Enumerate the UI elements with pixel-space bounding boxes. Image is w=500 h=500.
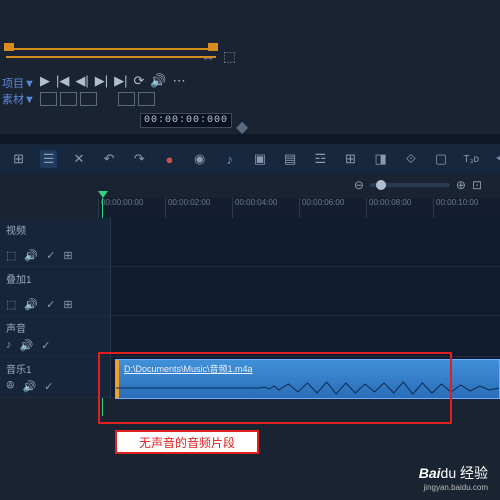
speaker-icon[interactable]: 🔊 xyxy=(24,249,38,262)
chevron-down-icon[interactable]: ✓ xyxy=(46,298,55,311)
track-body[interactable]: D:\Documents\Music\音频1.m4a xyxy=(111,357,500,397)
music-icon[interactable]: ꔮ xyxy=(6,380,15,393)
track-label: 视频 xyxy=(6,222,104,237)
ruler-tick: 00:00:08:00 xyxy=(366,198,433,218)
track-body[interactable] xyxy=(111,316,500,356)
mode-project-label[interactable]: 项目▼ xyxy=(2,75,35,91)
ruler-tick: 00:00:00:00 xyxy=(98,198,165,218)
crop-button[interactable]: ▢ xyxy=(432,150,449,168)
mode-clip-label[interactable]: 素材▼ xyxy=(2,91,35,107)
chevron-down-icon[interactable]: ✓ xyxy=(44,380,53,393)
speaker-icon[interactable]: 🔊 xyxy=(20,339,34,352)
subtitle-button[interactable]: ▤ xyxy=(282,150,299,168)
3d-button[interactable]: T₃ᴅ xyxy=(463,150,480,168)
mic-icon[interactable]: ♪ xyxy=(6,339,12,352)
undo-button[interactable]: ↶ xyxy=(101,150,118,168)
track-music-1: 音乐1 ꔮ 🔊 ✓ D:\Documents\Music\音频1.m4a xyxy=(0,357,500,398)
mark-in-button[interactable] xyxy=(40,92,57,106)
track-manager-button[interactable]: ☲ xyxy=(312,150,329,168)
watermark: Baidu Baidu 经验经验 jingyan.baidu.com xyxy=(419,463,488,492)
play-button[interactable]: ▶ xyxy=(40,73,50,89)
timeline-toolbar: ⊞ ☰ ✕ ↶ ↷ ● ◉ ♪ ▣ ▤ ☲ ⊞ ◨ ⟐ ▢ T₃ᴅ ⟲ xyxy=(0,144,500,174)
chevron-down-icon[interactable]: ✓ xyxy=(46,249,55,262)
loop-button[interactable]: ⟳ xyxy=(134,73,145,89)
mixer-button[interactable]: ◉ xyxy=(191,150,208,168)
track-overlay-1: 叠加1 ⬚ 🔊 ✓ ⊞ xyxy=(0,267,500,316)
zoom-control: ⊖ ⊕ ⊡ xyxy=(354,178,482,192)
timecode-display[interactable]: 00:00:00:000 ◆ xyxy=(140,113,244,128)
expand-icon[interactable]: ⊞ xyxy=(63,249,72,262)
auto-music-button[interactable]: ♪ xyxy=(221,150,238,168)
volume-button[interactable]: 🔊 xyxy=(150,73,166,89)
record-button[interactable]: ● xyxy=(161,150,178,168)
chapter-button[interactable]: ▣ xyxy=(251,150,268,168)
zoom-slider[interactable] xyxy=(370,183,450,187)
playback-controls: ▶ |◀ ◀| ▶| ▶| ⟳ 🔊 ⋯ xyxy=(40,73,186,89)
video-icon[interactable]: ⬚ xyxy=(6,298,16,311)
zoom-in-button[interactable]: ⊕ xyxy=(456,178,466,192)
marker-button[interactable]: ◨ xyxy=(372,150,389,168)
track-video: 视频 ⬚ 🔊 ✓ ⊞ xyxy=(0,218,500,267)
options-button[interactable] xyxy=(138,92,155,106)
resize-icon[interactable]: ↔ xyxy=(201,48,215,64)
track-label: 音乐1 xyxy=(6,361,104,376)
ruler-tick: 00:00:04:00 xyxy=(232,198,299,218)
track-label: 叠加1 xyxy=(6,271,104,286)
ruler-tick: 00:00:10:00 xyxy=(433,198,500,218)
timeline-view-button[interactable]: ☰ xyxy=(40,150,57,168)
video-icon[interactable]: ⬚ xyxy=(6,249,16,262)
tools-icon[interactable]: ✕ xyxy=(70,150,87,168)
next-frame-button[interactable]: ▶| xyxy=(95,73,108,89)
timecode-value[interactable]: 00:00:00:000 xyxy=(140,113,232,128)
clip-filename: D:\Documents\Music\音频1.m4a xyxy=(124,362,253,375)
track-body[interactable] xyxy=(111,218,500,266)
ruler-tick: 00:00:02:00 xyxy=(165,198,232,218)
prev-frame-button[interactable]: ◀| xyxy=(75,73,88,89)
start-button[interactable]: |◀ xyxy=(56,73,69,89)
playhead-handle[interactable] xyxy=(98,191,108,198)
track-label: 声音 xyxy=(6,320,104,335)
waveform-icon xyxy=(116,381,499,395)
track-body[interactable] xyxy=(111,267,500,315)
speaker-icon[interactable]: 🔊 xyxy=(23,380,37,393)
storyboard-view-button[interactable]: ⊞ xyxy=(10,150,27,168)
redo-button[interactable]: ↷ xyxy=(131,150,148,168)
zoom-fit-button[interactable]: ⊡ xyxy=(472,178,482,192)
mark-out-button[interactable] xyxy=(60,92,77,106)
ruler-tick: 00:00:06:00 xyxy=(299,198,366,218)
split-button[interactable] xyxy=(80,92,97,106)
timecode-spinner[interactable]: ◆ xyxy=(236,117,244,125)
fit-button[interactable]: ⟐ xyxy=(402,150,419,168)
audio-clip[interactable]: D:\Documents\Music\音频1.m4a xyxy=(115,359,500,399)
annotation-label: 无声音的音频片段 xyxy=(115,430,259,454)
watermark-logo: Baidu Baidu 经验经验 xyxy=(419,463,488,483)
expand-icon[interactable]: ⊞ xyxy=(63,298,72,311)
track-voice: 声音 ♪ 🔊 ✓ xyxy=(0,316,500,357)
time-ruler[interactable]: 00:00:00:00 00:00:02:00 00:00:04:00 00:0… xyxy=(98,198,500,218)
snapshot-button[interactable] xyxy=(118,92,135,106)
chevron-down-icon[interactable]: ✓ xyxy=(41,339,50,352)
fullscreen-icon[interactable]: ⬚ xyxy=(223,48,236,64)
more-button[interactable]: ⋯ xyxy=(173,73,186,89)
preview-trim-bar[interactable] xyxy=(6,48,216,58)
speaker-icon[interactable]: 🔊 xyxy=(24,298,38,311)
ripple-button[interactable]: ⟲ xyxy=(493,150,500,168)
grid-button[interactable]: ⊞ xyxy=(342,150,359,168)
zoom-out-button[interactable]: ⊖ xyxy=(354,178,364,192)
end-button[interactable]: ▶| xyxy=(114,73,127,89)
watermark-url: jingyan.baidu.com xyxy=(419,483,488,492)
